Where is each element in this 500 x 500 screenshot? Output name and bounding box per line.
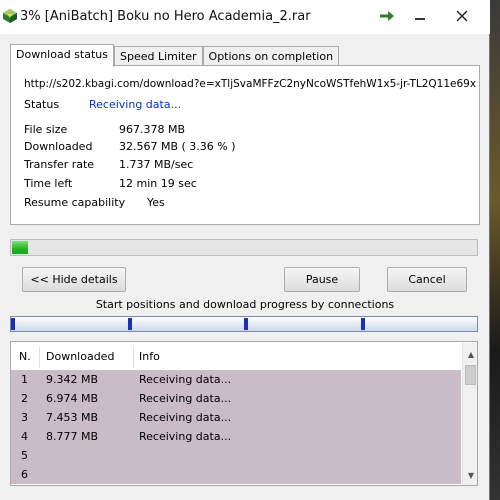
table-row[interactable]: 5 [11, 446, 461, 465]
column-divider[interactable] [39, 346, 40, 368]
table-row[interactable]: 6 [11, 465, 461, 484]
close-icon[interactable] [442, 6, 482, 26]
status-label: Status [24, 98, 60, 111]
resume-capability-label: Resume capability [24, 196, 126, 209]
background-window-edge [490, 0, 500, 500]
row-number: 4 [21, 430, 28, 443]
connections-title: Start positions and download progress by… [95, 298, 395, 311]
table-row[interactable]: 4 8.777 MB Receiving data... [11, 427, 461, 446]
downloaded-value: 32.567 MB ( 3.36 % ) [119, 140, 236, 153]
status-value: Receiving data... [89, 98, 182, 111]
row-number: 6 [21, 468, 28, 481]
row-downloaded: 9.342 MB [46, 373, 99, 386]
cancel-button[interactable]: Cancel [387, 267, 467, 292]
transfer-rate-label: Transfer rate [24, 158, 95, 171]
window-title: 3% [AniBatch] Boku no Hero Academia_2.ra… [20, 9, 311, 24]
tab-options-on-completion[interactable]: Options on completion [202, 46, 340, 67]
row-info: Receiving data... [139, 392, 232, 405]
row-number: 1 [21, 373, 28, 386]
scroll-up-icon[interactable]: ▲ [463, 346, 477, 362]
list-header: N. Downloaded Info [11, 342, 461, 370]
row-number: 5 [21, 449, 28, 462]
resume-capability-value: Yes [147, 196, 165, 209]
download-progress-bar [10, 239, 478, 256]
column-header-info[interactable]: Info [139, 350, 160, 363]
row-info: Receiving data... [139, 430, 232, 443]
idm-icon [3, 9, 17, 23]
connections-list: N. Downloaded Info 1 9.342 MB Receiving … [10, 341, 478, 486]
tab-download-status[interactable]: Download status [10, 44, 114, 67]
row-downloaded: 6.974 MB [46, 392, 99, 405]
tab-strip: Download status Speed Limiter Options on… [10, 44, 340, 67]
list-scrollbar[interactable]: ▲ ▼ [462, 343, 477, 485]
connection-start-marker [361, 318, 365, 330]
arrow-icon[interactable] [376, 6, 398, 26]
download-url: http://s202.kbagi.com/download?e=xTljSva… [24, 78, 476, 90]
connections-progress-bar [10, 316, 478, 332]
row-number: 3 [21, 411, 28, 424]
row-downloaded: 7.453 MB [46, 411, 99, 424]
download-progress-window: 3% [AniBatch] Boku no Hero Academia_2.ra… [0, 0, 490, 500]
row-number: 2 [21, 392, 28, 405]
progress-fill [12, 241, 28, 254]
connection-start-marker [244, 318, 248, 330]
column-header-n[interactable]: N. [19, 350, 31, 363]
download-status-panel: http://s202.kbagi.com/download?e=xTljSva… [10, 65, 480, 225]
connection-start-marker [11, 318, 15, 330]
row-info: Receiving data... [139, 411, 232, 424]
row-info: Receiving data... [139, 373, 232, 386]
row-downloaded: 8.777 MB [46, 430, 99, 443]
transfer-rate-value: 1.737 MB/sec [119, 158, 194, 171]
file-size-value: 967.378 MB [119, 123, 186, 136]
table-row[interactable]: 1 9.342 MB Receiving data... [11, 370, 461, 389]
time-left-value: 12 min 19 sec [119, 177, 197, 190]
column-divider[interactable] [133, 346, 134, 368]
hide-details-button[interactable]: << Hide details [22, 267, 126, 292]
scroll-thumb[interactable] [465, 365, 476, 385]
column-header-downloaded[interactable]: Downloaded [46, 350, 114, 363]
tab-speed-limiter[interactable]: Speed Limiter [113, 46, 203, 67]
downloaded-label: Downloaded [24, 140, 93, 153]
time-left-label: Time left [24, 177, 73, 190]
table-row[interactable]: 2 6.974 MB Receiving data... [11, 389, 461, 408]
title-bar[interactable]: 3% [AniBatch] Boku no Hero Academia_2.ra… [0, 0, 490, 34]
scroll-down-icon[interactable]: ▼ [463, 467, 477, 483]
minimize-icon[interactable] [408, 6, 432, 26]
list-rows: 1 9.342 MB Receiving data... 2 6.974 MB … [11, 370, 461, 484]
pause-button[interactable]: Pause [284, 267, 360, 292]
file-size-label: File size [24, 123, 68, 136]
table-row[interactable]: 3 7.453 MB Receiving data... [11, 408, 461, 427]
connection-start-marker [128, 318, 132, 330]
